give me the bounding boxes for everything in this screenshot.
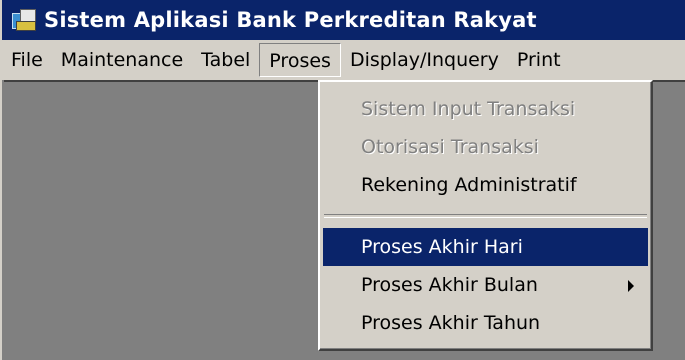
menu-file[interactable]: File <box>2 43 52 77</box>
menu-proses[interactable]: Proses <box>259 43 341 77</box>
menu-item-proses-akhir-bulan-label: Proses Akhir Bulan <box>361 274 538 296</box>
menu-bar: File Maintenance Tabel Proses Display/In… <box>2 40 685 80</box>
menu-item-sistem-input-transaksi[interactable]: Sistem Input Transaksi <box>323 90 648 128</box>
window-title: Sistem Aplikasi Bank Perkreditan Rakyat <box>44 8 537 32</box>
title-bar[interactable]: Sistem Aplikasi Bank Perkreditan Rakyat <box>2 0 685 40</box>
menu-tabel[interactable]: Tabel <box>192 43 259 77</box>
menu-item-rekening-administratif[interactable]: Rekening Administratif <box>323 166 648 204</box>
bank-app-icon[interactable] <box>10 7 38 33</box>
menu-separator <box>324 214 647 218</box>
menu-maintenance[interactable]: Maintenance <box>52 43 192 77</box>
menu-item-proses-akhir-hari[interactable]: Proses Akhir Hari <box>323 228 648 266</box>
chevron-right-icon <box>628 280 634 292</box>
menu-item-otorisasi-transaksi[interactable]: Otorisasi Transaksi <box>323 128 648 166</box>
menu-item-proses-akhir-tahun[interactable]: Proses Akhir Tahun <box>323 304 648 342</box>
menu-item-proses-akhir-bulan[interactable]: Proses Akhir Bulan <box>323 266 648 304</box>
menu-display-inquery[interactable]: Display/Inquery <box>341 43 508 77</box>
proses-dropdown-menu: Sistem Input Transaksi Otorisasi Transak… <box>318 80 653 351</box>
menu-print[interactable]: Print <box>508 43 570 77</box>
